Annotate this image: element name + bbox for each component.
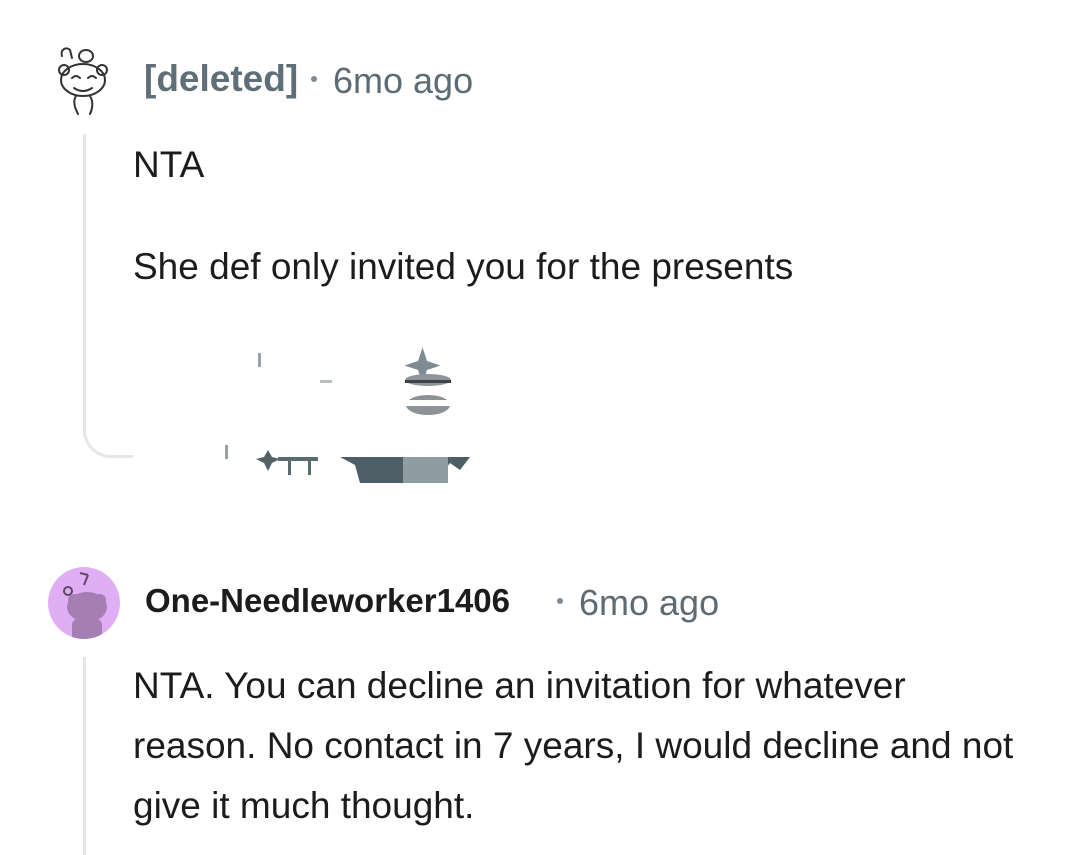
comment-body: NTA. You can decline an invitation for w… [133, 656, 1033, 836]
comments-screen: { "comments": [ { "author": "[deleted]",… [0, 0, 1080, 855]
comment-paragraph: NTA. You can decline an invitation for w… [133, 665, 1014, 826]
thread-line[interactable] [83, 657, 86, 855]
separator-dot [557, 598, 563, 604]
comment-age: 6mo ago [579, 582, 720, 623]
comment-author[interactable]: One-Needleworker1406 [145, 582, 510, 620]
snoo-avatar-icon[interactable] [48, 567, 120, 639]
comment-one-needleworker: One-Needleworker1406 6mo ago NTA. You ca… [0, 0, 1080, 855]
